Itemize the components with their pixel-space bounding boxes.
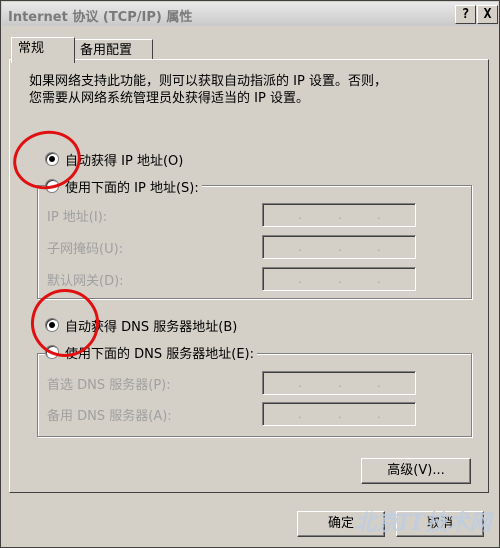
manual-dns-label: 使用下面的 DNS 服务器地址(E): xyxy=(65,346,254,362)
alternate-dns-field[interactable]: ... xyxy=(262,402,416,426)
description-text: 如果网络支持此功能，则可以获取自动指派的 IP 设置。否则， 您需要从网络系统管… xyxy=(29,73,469,107)
auto-ip-label: 自动获得 IP 地址(O) xyxy=(65,153,184,169)
tab-alternate-config-label: 备用配置 xyxy=(80,43,133,58)
manual-ip-label: 使用下面的 IP 地址(S): xyxy=(65,180,199,196)
alternate-dns-label: 备用 DNS 服务器(A): xyxy=(47,409,172,424)
tcpip-properties-dialog: Internet 协议 (TCP/IP) 属性 ? X 常规 备用配置 如果网络… xyxy=(0,0,500,548)
help-button[interactable]: ? xyxy=(455,5,476,24)
window-title: Internet 协议 (TCP/IP) 属性 xyxy=(8,10,193,25)
tab-general[interactable]: 常规 xyxy=(11,37,75,63)
subnet-mask-field[interactable]: ... xyxy=(262,235,416,259)
description-line-1: 如果网络支持此功能，则可以获取自动指派的 IP 设置。否则， xyxy=(29,74,387,89)
tab-general-label: 常规 xyxy=(18,41,45,56)
ip-address-field[interactable]: ... xyxy=(262,203,416,227)
preferred-dns-label: 首选 DNS 服务器(P): xyxy=(47,378,171,393)
watermark-logo: 北京IT技术网 xyxy=(354,510,491,536)
default-gateway-label: 默认网关(D): xyxy=(47,274,124,289)
ip-address-label: IP 地址(I): xyxy=(47,210,108,225)
description-line-2: 您需要从网络系统管理员处获得适当的 IP 设置。 xyxy=(29,91,309,106)
preferred-dns-field[interactable]: ... xyxy=(262,371,416,395)
advanced-button[interactable]: 高级(V)... xyxy=(361,458,471,484)
subnet-mask-label: 子网掩码(U): xyxy=(47,242,124,257)
title-bar: Internet 协议 (TCP/IP) 属性 ? X xyxy=(2,2,498,26)
close-button[interactable]: X xyxy=(477,5,498,24)
default-gateway-field[interactable]: ... xyxy=(262,267,416,291)
